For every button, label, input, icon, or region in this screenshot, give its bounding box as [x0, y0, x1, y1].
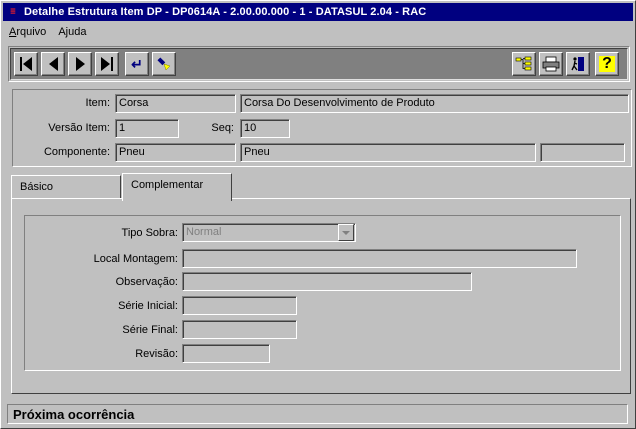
local-montagem-label: Local Montagem: — [93, 253, 178, 265]
status-bar: Próxima ocorrência — [7, 404, 628, 424]
item-code-field[interactable]: Corsa — [115, 94, 236, 113]
tree-structure-icon — [515, 56, 532, 71]
serie-final-field[interactable] — [182, 320, 297, 339]
tipo-sobra-dropdown-button[interactable] — [338, 224, 354, 241]
menu-arquivo[interactable]: Arquivo — [3, 26, 52, 38]
componente-label: Componente: — [43, 146, 110, 158]
menu-bar: Arquivo Ajuda — [3, 23, 92, 41]
menu-ajuda[interactable]: Ajuda — [52, 26, 92, 38]
previous-record-icon — [48, 57, 58, 71]
componente-description-field[interactable]: Pneu — [240, 143, 536, 162]
seq-field[interactable]: 10 — [240, 119, 290, 138]
print-icon — [542, 56, 560, 72]
next-record-button[interactable] — [68, 52, 92, 76]
help-icon: ? — [599, 56, 615, 72]
serie-final-label: Série Final: — [122, 324, 178, 336]
chevron-down-icon — [342, 230, 350, 235]
search-button[interactable] — [152, 52, 176, 76]
serie-inicial-field[interactable] — [182, 296, 297, 315]
observacao-field[interactable] — [182, 272, 472, 291]
app-icon[interactable]: ≡ — [6, 5, 20, 19]
local-montagem-field[interactable] — [182, 249, 577, 268]
tipo-sobra-label: Tipo Sobra: — [121, 227, 178, 239]
go-to-button[interactable]: ↵ — [125, 52, 149, 76]
exit-icon — [571, 57, 584, 71]
go-to-icon: ↵ — [131, 56, 143, 72]
previous-record-button[interactable] — [41, 52, 65, 76]
item-description-field[interactable]: Corsa Do Desenvolvimento de Produto — [240, 94, 629, 113]
componente-code-field[interactable]: Pneu — [115, 143, 236, 162]
first-record-button[interactable] — [14, 52, 38, 76]
main-window: ≡ Detalhe Estrutura Item DP - DP0614A - … — [0, 0, 636, 429]
structure-button[interactable] — [512, 52, 536, 76]
title-bar[interactable]: ≡ Detalhe Estrutura Item DP - DP0614A - … — [3, 3, 633, 21]
componente-extra-field[interactable] — [540, 143, 625, 162]
window-title: Detalhe Estrutura Item DP - DP0614A - 2.… — [24, 6, 427, 18]
revisao-label: Revisão: — [135, 348, 178, 360]
seq-label: Seq: — [211, 122, 234, 134]
tab-basico[interactable]: Básico — [11, 175, 121, 199]
exit-button[interactable] — [566, 52, 590, 76]
versao-item-label: Versão Item: — [48, 122, 110, 134]
search-flashlight-icon — [157, 57, 171, 71]
first-record-icon — [20, 57, 32, 71]
observacao-label: Observação: — [115, 276, 178, 288]
tab-complementar[interactable]: Complementar — [122, 173, 232, 201]
versao-item-field[interactable]: 1 — [115, 119, 179, 138]
serie-inicial-label: Série Inicial: — [118, 300, 178, 312]
revisao-field[interactable] — [182, 344, 270, 363]
last-record-icon — [101, 57, 113, 71]
next-record-icon — [75, 57, 85, 71]
help-button[interactable]: ? — [595, 52, 619, 76]
item-label: Item: — [85, 97, 110, 109]
last-record-button[interactable] — [95, 52, 119, 76]
toolbar: ↵ ? — [10, 48, 628, 80]
print-button[interactable] — [539, 52, 563, 76]
tipo-sobra-combo[interactable]: Normal — [182, 223, 356, 242]
